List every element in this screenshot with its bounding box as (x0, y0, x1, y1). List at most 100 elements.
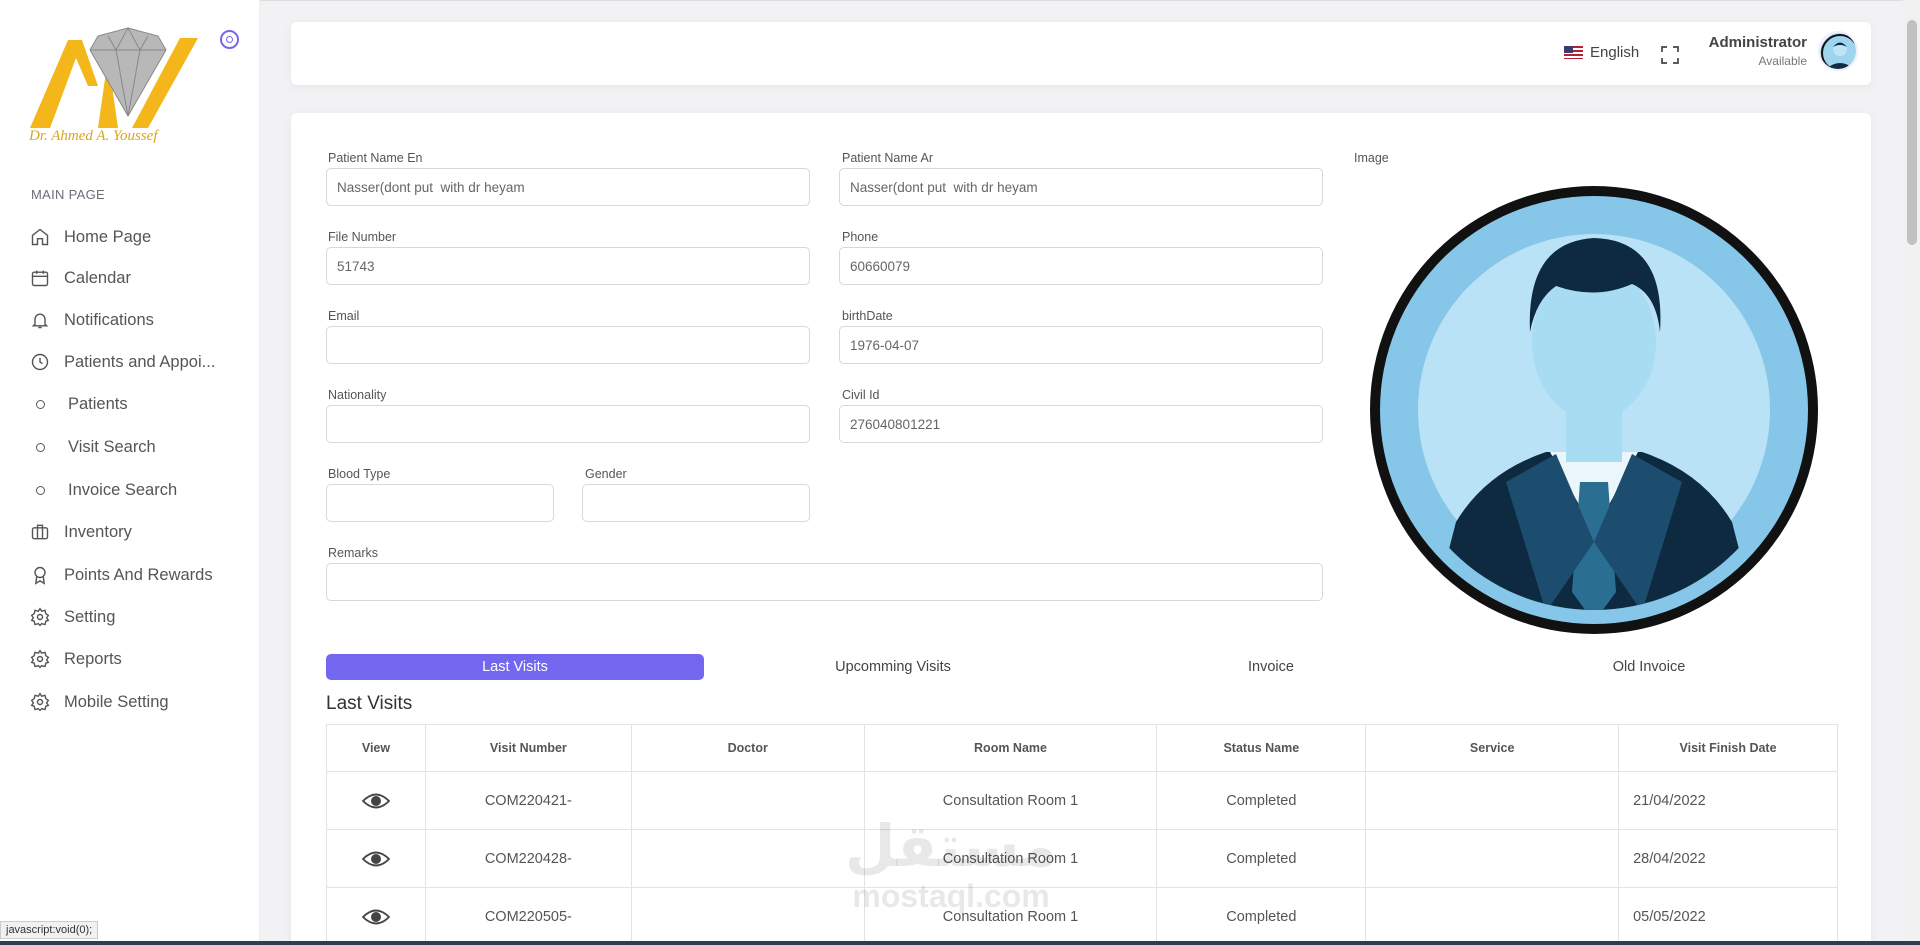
patient-name-en-label: Patient Name En (328, 151, 423, 165)
phone-field[interactable] (839, 247, 1323, 285)
file-number-field[interactable] (326, 247, 810, 285)
sidebar-item-label: Calendar (64, 268, 131, 287)
gender-field[interactable] (582, 484, 810, 522)
service-cell (1365, 771, 1620, 830)
column-header[interactable]: Visit Finish Date (1618, 724, 1838, 772)
nationality-field[interactable] (326, 405, 810, 443)
blood-type-label: Blood Type (328, 467, 391, 481)
fullscreen-icon[interactable] (1661, 46, 1679, 64)
email-field[interactable] (326, 326, 810, 364)
nav-header: MAIN PAGE (31, 187, 105, 202)
sidebar-item-label: Reports (64, 649, 122, 668)
briefcase-icon (31, 524, 49, 540)
status-cell: Completed (1156, 829, 1367, 888)
service-cell (1365, 887, 1620, 945)
visit-number-cell: COM220421- (424, 771, 632, 830)
sidebar: Dr. Ahmed A. Youssef MAIN PAGE Home Page… (0, 0, 260, 945)
sidebar-item-mobile-setting[interactable]: Mobile Setting (30, 690, 169, 714)
remarks-field[interactable] (326, 563, 1323, 601)
eye-icon[interactable] (361, 908, 390, 926)
visit-number-cell: COM220428- (424, 829, 632, 888)
scrollbar-thumb[interactable] (1907, 20, 1917, 245)
column-header[interactable]: Status Name (1156, 724, 1367, 772)
finish-date-cell: 28/04/2022 (1618, 829, 1838, 888)
sidebar-item-setting[interactable]: Setting (30, 605, 115, 629)
gear-icon (30, 607, 50, 627)
user-name[interactable]: Administrator (1695, 34, 1807, 51)
visits-table: View Visit Number Doctor Room Name Statu… (326, 724, 1838, 945)
table-row: COM220428- Consultation Room 1 Completed… (326, 829, 1838, 888)
home-icon (31, 228, 49, 246)
remarks-label: Remarks (328, 546, 379, 560)
doctor-cell (630, 829, 865, 888)
sidebar-item-label: Invoice Search (68, 480, 178, 499)
finish-date-cell: 21/04/2022 (1618, 771, 1838, 830)
civil-id-label: Civil Id (842, 388, 880, 402)
gender-label: Gender (585, 467, 627, 481)
column-header[interactable]: Room Name (863, 724, 1158, 772)
sidebar-item-points-and-rewards[interactable]: Points And Rewards (30, 563, 213, 587)
sidebar-item-inventory[interactable]: Inventory (30, 520, 132, 544)
view-cell (326, 887, 426, 945)
language-label: English (1590, 44, 1640, 61)
language-selector[interactable]: English (1564, 44, 1639, 61)
watermark-url: mostaql.com (852, 877, 1050, 914)
sidebar-item-patients-and-appointments[interactable]: Patients and Appoi... (30, 350, 215, 374)
sidebar-item-label: Home Page (64, 227, 152, 246)
column-header[interactable]: Doctor (630, 724, 865, 772)
view-cell (326, 829, 426, 888)
sidebar-item-label: Patients (68, 394, 128, 413)
blood-type-field[interactable] (326, 484, 554, 522)
gear-icon (30, 649, 50, 669)
top-border (260, 0, 1920, 4)
sidebar-item-label: Patients and Appoi... (64, 352, 216, 371)
column-header[interactable]: Service (1365, 724, 1620, 772)
eye-icon[interactable] (361, 792, 390, 810)
email-label: Email (328, 309, 360, 323)
tab-last-visits[interactable]: Last Visits (326, 654, 704, 680)
column-header[interactable]: Visit Number (424, 724, 632, 772)
sidebar-item-patients[interactable]: Patients (30, 392, 128, 416)
eye-icon[interactable] (361, 850, 390, 868)
file-number-label: File Number (328, 230, 397, 244)
sidebar-item-label: Setting (64, 607, 116, 626)
circle-icon (36, 485, 45, 495)
bottom-edge (0, 941, 1920, 945)
sidebar-item-label: Points And Rewards (64, 565, 213, 584)
sidebar-item-calendar[interactable]: Calendar (30, 266, 131, 290)
sidebar-item-label: Inventory (64, 522, 132, 541)
sidebar-collapse-toggle[interactable] (220, 30, 239, 49)
sidebar-item-invoice-search[interactable]: Invoice Search (30, 478, 177, 502)
status-cell: Completed (1156, 771, 1367, 830)
tab-upcoming-visits[interactable]: Upcomming Visits (704, 654, 1082, 680)
gear-icon (30, 692, 50, 712)
table-row: COM220421- Consultation Room 1 Completed… (326, 771, 1838, 830)
sidebar-item-reports[interactable]: Reports (30, 647, 122, 671)
sidebar-item-label: Visit Search (68, 437, 156, 456)
clock-icon (31, 353, 49, 371)
sidebar-item-visit-search[interactable]: Visit Search (30, 435, 156, 459)
image-label: Image (1354, 151, 1389, 165)
civil-id-field[interactable] (839, 405, 1323, 443)
column-header[interactable]: View (326, 724, 426, 772)
view-cell (326, 771, 426, 830)
birthdate-field[interactable] (839, 326, 1323, 364)
calendar-icon (31, 270, 49, 287)
user-avatar[interactable] (1818, 31, 1858, 71)
watermark: مستقل mostaql.com (845, 815, 1057, 914)
sidebar-item-home[interactable]: Home Page (30, 225, 151, 249)
section-title: Last Visits (326, 693, 413, 714)
tab-old-invoice[interactable]: Old Invoice (1460, 654, 1838, 680)
patient-name-ar-label: Patient Name Ar (842, 151, 934, 165)
patient-photo-placeholder[interactable] (1366, 182, 1822, 638)
patient-name-en-field[interactable] (326, 168, 810, 206)
sidebar-item-notifications[interactable]: Notifications (30, 308, 154, 332)
visit-number-cell: COM220505- (424, 887, 632, 945)
table-row: COM220505- Consultation Room 1 Completed… (326, 887, 1838, 945)
logo-subtitle: Dr. Ahmed A. Youssef (29, 128, 158, 144)
patient-name-ar-field[interactable] (839, 168, 1323, 206)
page-scrollbar[interactable] (1903, 0, 1920, 945)
sidebar-item-label: Mobile Setting (64, 692, 169, 711)
circle-icon (36, 399, 45, 409)
tab-invoice[interactable]: Invoice (1082, 654, 1460, 680)
